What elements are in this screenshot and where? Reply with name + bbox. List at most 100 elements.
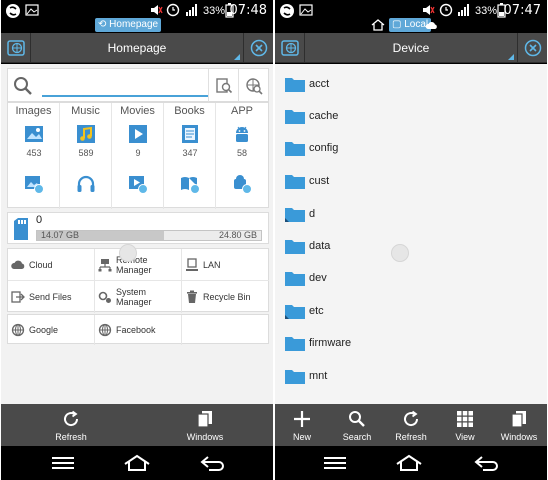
windows-icon: [511, 411, 526, 428]
tool-lan[interactable]: LAN: [182, 249, 269, 281]
book-network-icon: [181, 177, 200, 194]
close-window-button[interactable]: [243, 33, 273, 63]
window-title[interactable]: Homepage: [32, 33, 242, 63]
plus-icon: [294, 411, 310, 427]
web-search-button[interactable]: [238, 69, 268, 103]
folder-row[interactable]: etc: [275, 295, 547, 327]
storage-panel[interactable]: 0 14.07 GB 24.80 GB: [7, 212, 269, 244]
tool-label: Send Files: [29, 292, 72, 302]
folder-icon: [285, 337, 305, 351]
view-button[interactable]: View: [439, 404, 491, 446]
folder-name: d: [309, 208, 316, 220]
loading-spinner: [391, 244, 409, 262]
search-in-files-button[interactable]: [208, 69, 238, 103]
search-icon[interactable]: [12, 75, 34, 97]
image-notification-icon: [25, 4, 39, 16]
home-nav-button[interactable]: [117, 451, 157, 475]
status-bar: ▢ Local 33% 07:47: [275, 0, 547, 32]
close-window-button[interactable]: [517, 33, 547, 63]
menu-icon: [52, 457, 74, 469]
tool-remote-manager[interactable]: Remote Manager: [95, 249, 182, 281]
windows-toggle-button[interactable]: [1, 33, 31, 63]
tool-recycle-bin[interactable]: Recycle Bin: [182, 281, 269, 313]
menu-nav-button[interactable]: [43, 451, 83, 475]
folder-row[interactable]: dev: [275, 262, 547, 294]
menu-nav-button[interactable]: [315, 451, 355, 475]
folder-row[interactable]: acct: [275, 68, 547, 100]
loading-spinner: [119, 244, 137, 262]
folder-row[interactable]: cache: [275, 100, 547, 132]
back-nav-button[interactable]: [467, 451, 507, 475]
folder-link-icon: [285, 208, 305, 222]
storage-total: 24.80 GB: [218, 230, 257, 240]
storage-label: 0: [36, 214, 43, 226]
system-nav-bar: [275, 446, 547, 480]
back-nav-button[interactable]: [193, 451, 233, 475]
refresh-button[interactable]: Refresh: [41, 404, 101, 446]
folder-row[interactable]: mnt: [275, 360, 547, 392]
network-google[interactable]: Google: [8, 315, 95, 345]
folder-row[interactable]: firmware: [275, 327, 547, 359]
category-label: Music: [71, 105, 100, 117]
folder-row[interactable]: data: [275, 230, 547, 262]
book-icon: [182, 125, 198, 143]
category-count: 589: [78, 148, 94, 158]
folder-list: acct cache config cust d data dev etc fi…: [275, 64, 547, 404]
volume-icon: [423, 5, 435, 15]
back-icon: [474, 456, 498, 471]
tool-send-files[interactable]: Send Files: [8, 281, 95, 313]
network-facebook[interactable]: Facebook: [95, 315, 182, 345]
refresh-button[interactable]: Refresh: [385, 404, 437, 446]
home-nav-button[interactable]: [389, 451, 429, 475]
notification-label: Homepage: [109, 19, 159, 30]
category-books[interactable]: Books 347: [164, 103, 216, 209]
windows-label: Windows: [186, 432, 224, 442]
category-movies[interactable]: Movies 9: [112, 103, 164, 209]
sd-card-icon: [14, 218, 28, 240]
windows-button[interactable]: Windows: [493, 404, 545, 446]
refresh-icon: [404, 410, 419, 427]
folder-icon: [285, 175, 305, 189]
back-icon: [200, 456, 224, 471]
tool-system-manager[interactable]: System Manager: [95, 281, 182, 313]
tool-cloud[interactable]: Cloud: [8, 249, 95, 281]
image-network-icon: [25, 176, 44, 194]
title-bar: Device: [275, 33, 547, 63]
menu-icon: [324, 457, 346, 469]
tool-label: Cloud: [29, 260, 53, 270]
network-label: Google: [29, 325, 59, 335]
recycle-bin-icon: [187, 290, 197, 303]
folder-row[interactable]: d: [275, 198, 547, 230]
search-input[interactable]: [42, 73, 208, 97]
new-button[interactable]: New: [277, 404, 327, 446]
category-count: 453: [26, 148, 42, 158]
homepage-screen: ⟲ Homepage 33% 07:48 Homepage Images 453…: [1, 0, 273, 480]
category-label: APP: [230, 105, 253, 117]
folder-row[interactable]: cust: [275, 165, 547, 197]
folder-icon: [285, 272, 305, 286]
folder-name: dev: [309, 272, 327, 284]
bottom-toolbar: Refresh Windows: [1, 404, 273, 446]
folder-icon: [285, 370, 305, 384]
windows-toggle-button[interactable]: [275, 33, 305, 63]
window-title[interactable]: Device: [306, 33, 516, 63]
windows-button[interactable]: Windows: [175, 404, 235, 446]
search-button[interactable]: Search: [331, 404, 383, 446]
refresh-label: Refresh: [55, 432, 87, 442]
tool-label: System Manager: [116, 287, 152, 307]
clock: 07:48: [229, 3, 267, 18]
category-music[interactable]: Music 589: [60, 103, 112, 209]
image-notification-icon: [299, 4, 313, 16]
storage-used: 14.07 GB: [41, 230, 80, 240]
folder-name: cust: [309, 175, 330, 187]
folder-row[interactable]: config: [275, 132, 547, 164]
folder-name: data: [309, 240, 331, 252]
headphones-icon: [77, 175, 95, 192]
volume-icon: [151, 5, 163, 15]
category-app[interactable]: APP 58: [216, 103, 268, 209]
close-icon: [250, 39, 267, 57]
category-images[interactable]: Images 453: [8, 103, 60, 209]
folder-icon: [285, 240, 305, 254]
image-icon: [25, 126, 43, 142]
folder-name: etc: [309, 305, 324, 317]
